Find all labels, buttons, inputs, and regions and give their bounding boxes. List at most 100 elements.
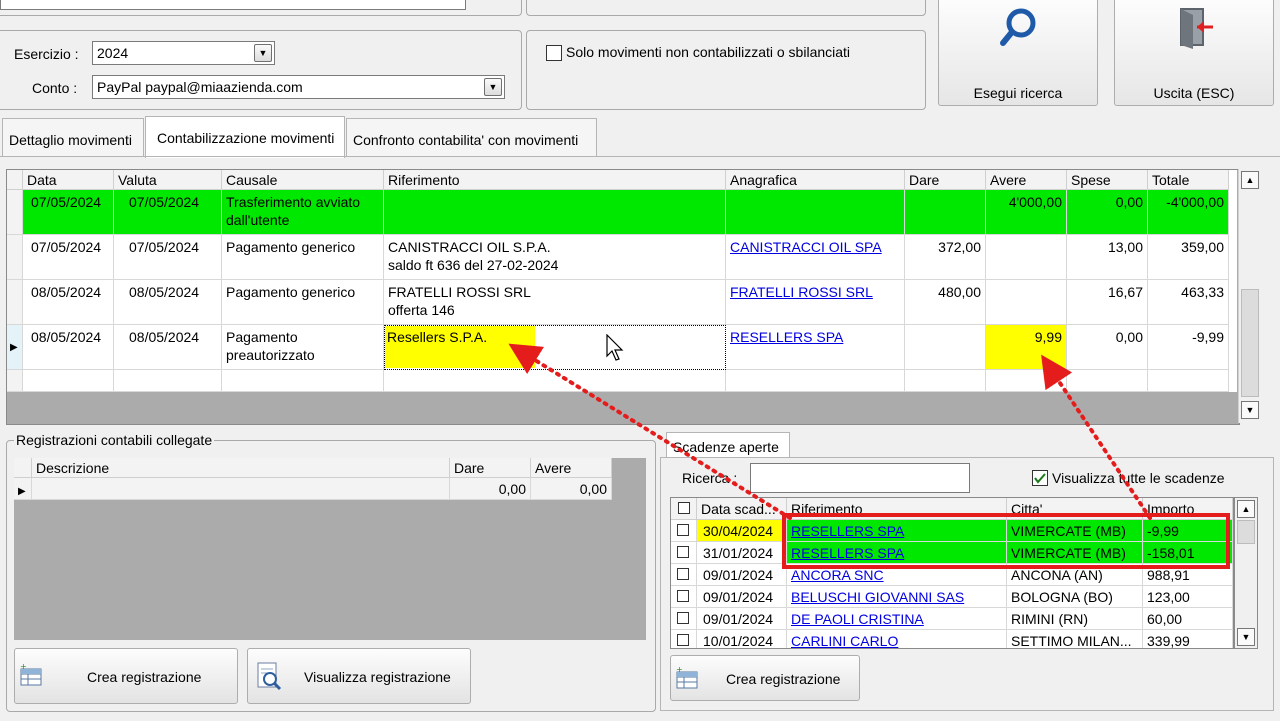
cell-importo[interactable]: 123,00	[1143, 586, 1233, 608]
cell-data[interactable]: 09/01/2024	[697, 564, 787, 586]
cell-importo[interactable]: 988,91	[1143, 564, 1233, 586]
riferimento-link[interactable]: CARLINI CARLO	[791, 633, 898, 648]
row-selector[interactable]	[7, 235, 23, 280]
cell-causale[interactable]: Pagamento generico	[222, 235, 384, 280]
cell-empty[interactable]	[1148, 370, 1229, 392]
cell-spese[interactable]: 16,67	[1067, 280, 1148, 325]
cell-avere[interactable]	[986, 235, 1067, 280]
scroll-thumb[interactable]	[1237, 520, 1255, 544]
table-row[interactable]: 09/01/2024 BELUSCHI GIOVANNI SAS BOLOGNA…	[671, 586, 1233, 608]
visualizza-registrazione-button[interactable]: Visualizza registrazione	[247, 648, 471, 704]
cell-totale[interactable]: -4'000,00	[1148, 190, 1229, 235]
cell-avere[interactable]: 4'000,00	[986, 190, 1067, 235]
cell-riferimento[interactable]: CANISTRACCI OIL S.P.A. saldo ft 636 del …	[384, 235, 726, 280]
cell-data[interactable]: 07/05/2024	[23, 235, 114, 280]
row-checkbox[interactable]	[677, 546, 689, 558]
col-header-dare[interactable]: Dare	[450, 458, 531, 478]
cell-empty[interactable]	[726, 370, 905, 392]
cell-totale[interactable]: -9,99	[1148, 325, 1229, 370]
col-header-citta[interactable]: Citta'	[1007, 498, 1143, 520]
cell-citta[interactable]: VIMERCATE (MB)	[1007, 520, 1143, 542]
cell-data[interactable]: 07/05/2024	[23, 190, 114, 235]
crea-registrazione-button[interactable]: + Crea registrazione	[14, 648, 238, 704]
cell-citta[interactable]: VIMERCATE (MB)	[1007, 542, 1143, 564]
cell-importo[interactable]: 60,00	[1143, 608, 1233, 630]
movements-scrollbar[interactable]: ▲ ▼	[1238, 169, 1262, 423]
conto-combo[interactable]: PayPal paypal@miaazienda.com ▼	[92, 75, 505, 99]
row-checkbox-cell[interactable]	[671, 608, 697, 630]
cell-data[interactable]: 08/05/2024	[23, 325, 114, 370]
cell-data[interactable]: 09/01/2024	[697, 586, 787, 608]
solo-movimenti-checkbox[interactable]	[546, 45, 562, 61]
chevron-down-icon[interactable]: ▼	[484, 78, 502, 96]
cell-anagrafica[interactable]	[726, 190, 905, 235]
exit-button[interactable]: Uscita (ESC)	[1114, 0, 1274, 106]
cell-empty[interactable]	[986, 370, 1067, 392]
row-checkbox-cell[interactable]	[671, 630, 697, 648]
col-header-importo[interactable]: Importo	[1143, 498, 1233, 520]
cell-anagrafica[interactable]: CANISTRACCI OIL SPA	[726, 235, 905, 280]
col-header-data[interactable]: Data	[23, 170, 114, 190]
cell-citta[interactable]: ANCONA (AN)	[1007, 564, 1143, 586]
current-row-indicator-icon[interactable]: ▶	[7, 325, 23, 370]
cell-riferimento[interactable]: FRATELLI ROSSI SRL offerta 146	[384, 280, 726, 325]
cell-empty[interactable]	[384, 370, 726, 392]
table-row[interactable]: 10/01/2024 CARLINI CARLO SETTIMO MILAN..…	[671, 630, 1233, 648]
row-checkbox-cell[interactable]	[671, 520, 697, 542]
row-checkbox[interactable]	[677, 590, 689, 602]
cell-empty[interactable]	[23, 370, 114, 392]
col-header-dare[interactable]: Dare	[905, 170, 986, 190]
cell-dare[interactable]: 372,00	[905, 235, 986, 280]
cell-spese[interactable]: 0,00	[1067, 190, 1148, 235]
scroll-thumb[interactable]	[1241, 289, 1259, 397]
cell-data[interactable]: 30/04/2024	[697, 520, 787, 542]
cell-empty[interactable]	[905, 370, 986, 392]
row-selector[interactable]	[7, 190, 23, 235]
cell-data[interactable]: 10/01/2024	[697, 630, 787, 648]
scroll-up-icon[interactable]: ▲	[1241, 171, 1259, 189]
row-checkbox-cell[interactable]	[671, 586, 697, 608]
cell-empty[interactable]	[222, 370, 384, 392]
cell-importo[interactable]: -9,99	[1143, 520, 1233, 542]
col-header-avere[interactable]: Avere	[531, 458, 612, 478]
ricerca-input[interactable]	[750, 463, 970, 493]
scroll-up-icon[interactable]: ▲	[1237, 500, 1255, 518]
tab-confronto-contabilita[interactable]: Confronto contabilita' con movimenti	[346, 118, 597, 156]
chevron-down-icon[interactable]: ▼	[254, 44, 272, 62]
col-header-totale[interactable]: Totale	[1148, 170, 1229, 190]
cell-dare[interactable]: 480,00	[905, 280, 986, 325]
row-checkbox-cell[interactable]	[671, 542, 697, 564]
cell-totale[interactable]: 463,33	[1148, 280, 1229, 325]
cell-descrizione[interactable]	[32, 478, 450, 500]
row-checkbox-cell[interactable]	[671, 564, 697, 586]
col-header-spese[interactable]: Spese	[1067, 170, 1148, 190]
scroll-down-icon[interactable]: ▼	[1241, 401, 1259, 419]
col-header-descrizione[interactable]: Descrizione	[32, 458, 450, 478]
cell-citta[interactable]: BOLOGNA (BO)	[1007, 586, 1143, 608]
cell-data[interactable]: 09/01/2024	[697, 608, 787, 630]
cell-empty[interactable]	[1067, 370, 1148, 392]
cell-empty[interactable]	[114, 370, 222, 392]
cell-valuta[interactable]: 07/05/2024	[114, 190, 222, 235]
row-checkbox[interactable]	[677, 612, 689, 624]
cell-importo[interactable]: -158,01	[1143, 542, 1233, 564]
riferimento-link[interactable]: RESELLERS SPA	[791, 545, 904, 561]
cell-anagrafica[interactable]: FRATELLI ROSSI SRL	[726, 280, 905, 325]
table-row[interactable]: 31/01/2024 RESELLERS SPA VIMERCATE (MB) …	[671, 542, 1233, 564]
select-all-checkbox[interactable]	[678, 502, 690, 514]
row-checkbox[interactable]	[677, 634, 689, 646]
col-header-riferimento[interactable]: Riferimento	[384, 170, 726, 190]
cell-causale[interactable]: Pagamento preautorizzato	[222, 325, 384, 370]
col-header-anagrafica[interactable]: Anagrafica	[726, 170, 905, 190]
riferimento-link[interactable]: RESELLERS SPA	[791, 523, 904, 539]
cell-dare[interactable]: 0,00	[450, 478, 531, 500]
cell-citta[interactable]: RIMINI (RN)	[1007, 608, 1143, 630]
riferimento-link[interactable]: BELUSCHI GIOVANNI SAS	[791, 589, 964, 605]
cell-valuta[interactable]: 07/05/2024	[114, 235, 222, 280]
riferimento-link[interactable]: ANCORA SNC	[791, 567, 884, 583]
table-row[interactable]: 09/01/2024 ANCORA SNC ANCONA (AN) 988,91	[671, 564, 1233, 586]
cell-anagrafica[interactable]: RESELLERS SPA	[726, 325, 905, 370]
cell-citta[interactable]: SETTIMO MILAN...	[1007, 630, 1143, 648]
cell-avere[interactable]: 0,00	[531, 478, 612, 500]
current-row-indicator-icon[interactable]: ▶	[14, 478, 32, 500]
